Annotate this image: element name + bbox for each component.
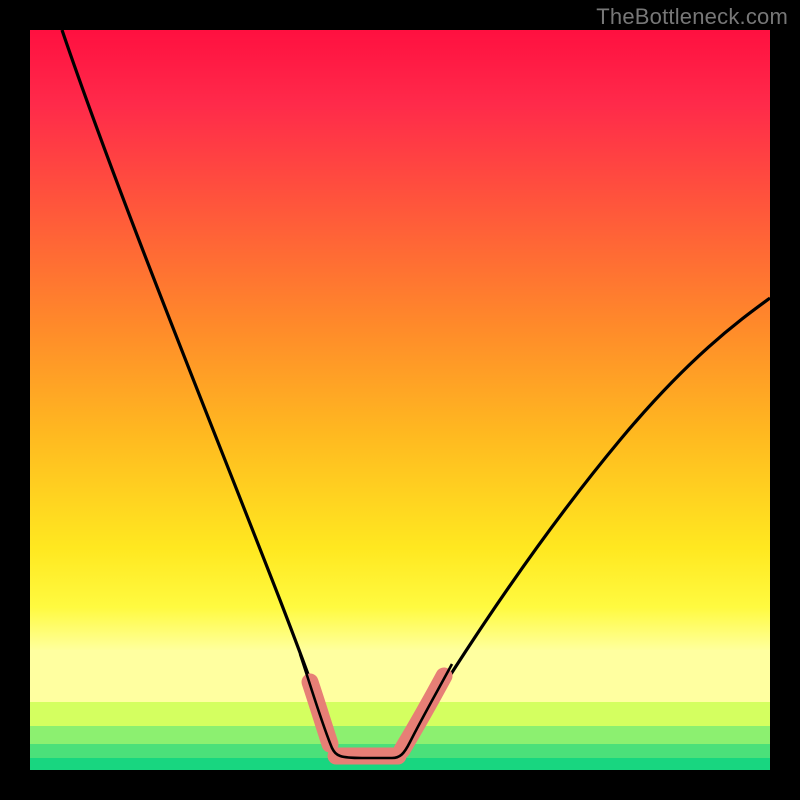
band-yellow-green: [30, 702, 770, 726]
chart-frame: TheBottleneck.com: [0, 0, 800, 800]
band-pale-yellow: [30, 650, 770, 702]
plot-area: [30, 30, 770, 770]
chart-svg: [0, 0, 800, 800]
watermark-text: TheBottleneck.com: [596, 4, 788, 30]
